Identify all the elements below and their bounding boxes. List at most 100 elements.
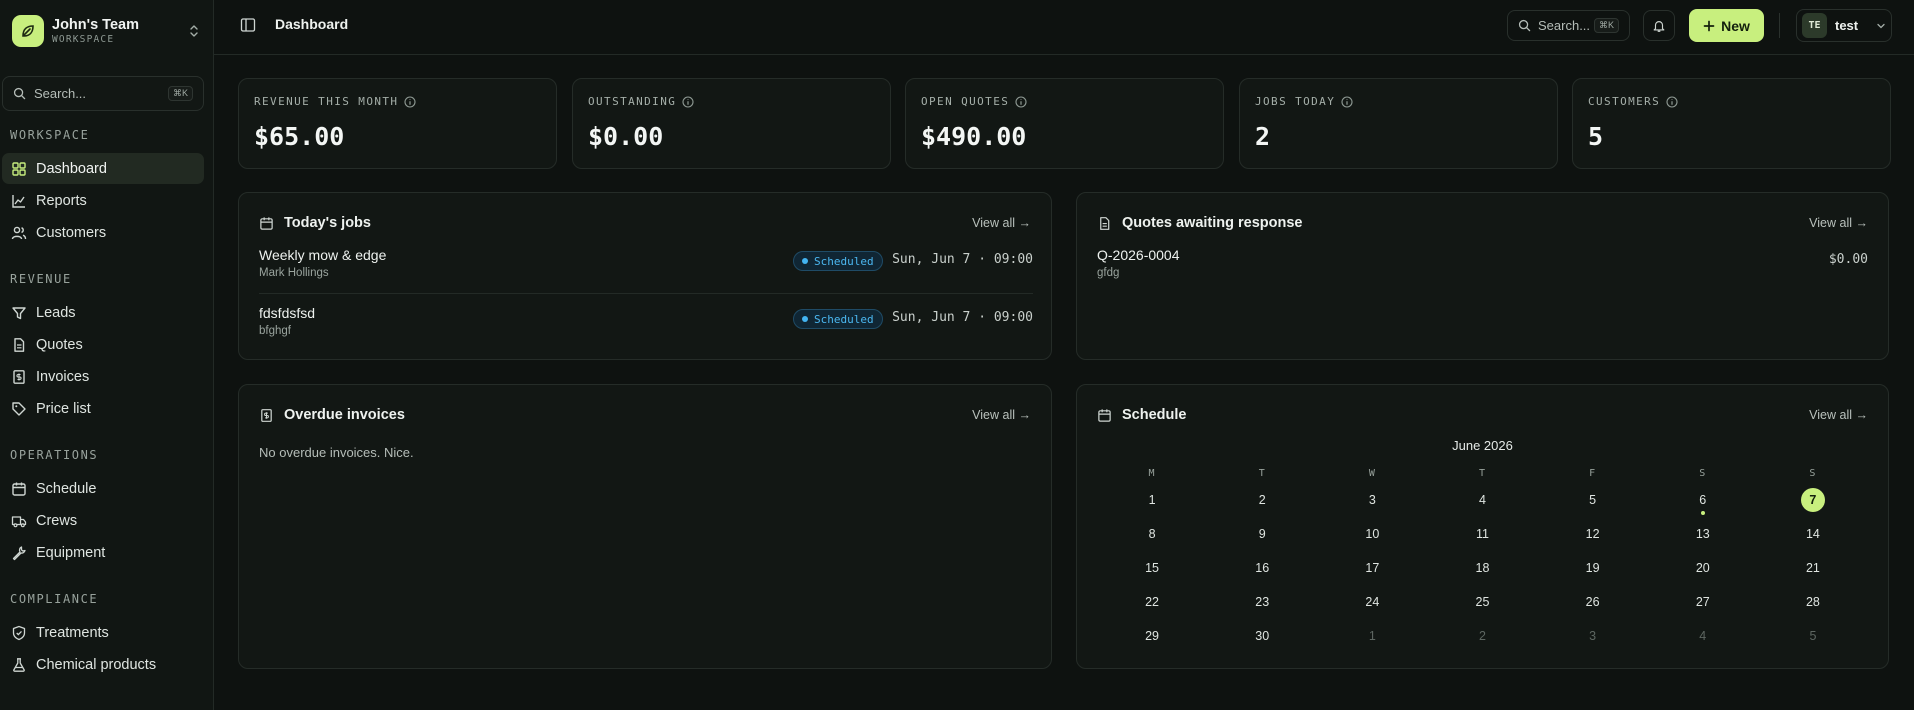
calendar-day[interactable]: 18: [1427, 551, 1537, 585]
weekday-label: T: [1478, 467, 1486, 479]
sidebar-item-label: Reports: [36, 192, 87, 209]
info-icon[interactable]: [1666, 95, 1678, 108]
sidebar-item-dashboard[interactable]: Dashboard: [2, 153, 204, 184]
info-icon[interactable]: [1341, 95, 1353, 108]
sidebar-search[interactable]: Search... ⌘K: [2, 76, 204, 111]
section-label-compliance: COMPLIANCE: [10, 592, 99, 606]
calendar-day[interactable]: 12: [1538, 517, 1648, 551]
topbar: Dashboard Search... ⌘K New TE test: [214, 0, 1914, 55]
calendar-day[interactable]: 3: [1317, 483, 1427, 517]
invoice-icon: [261, 408, 272, 422]
calendar-day[interactable]: 15: [1097, 551, 1207, 585]
weekday-label: W: [1368, 467, 1376, 479]
header-divider: [1779, 13, 1780, 38]
info-icon[interactable]: [404, 95, 416, 108]
sidebar-toggle-icon[interactable]: [240, 17, 256, 36]
chevrons-up-down-icon[interactable]: [186, 23, 202, 39]
calendar-day[interactable]: 20: [1648, 551, 1758, 585]
job-row[interactable]: Weekly mow & edge Mark Hollings Schedule…: [259, 247, 1033, 305]
calendar-day[interactable]: 5: [1758, 619, 1868, 653]
view-all-jobs-link[interactable]: View all →: [972, 216, 1031, 230]
user-name: test: [1835, 18, 1859, 33]
schedule-panel: Schedule View all → June 2026 MTWTFSS123…: [1076, 384, 1889, 669]
info-icon[interactable]: [682, 95, 694, 108]
sidebar-item-price-list[interactable]: Price list: [2, 393, 204, 424]
panel-title: Today's jobs: [284, 215, 371, 231]
calendar-day[interactable]: 4: [1648, 619, 1758, 653]
section-label-operations: OPERATIONS: [10, 448, 99, 462]
calendar-day[interactable]: 8: [1097, 517, 1207, 551]
calendar-day[interactable]: 19: [1538, 551, 1648, 585]
notifications-button[interactable]: [1643, 10, 1675, 41]
search-shortcut: ⌘K: [1593, 18, 1619, 33]
calendar-day[interactable]: 25: [1427, 585, 1537, 619]
search-icon: [1518, 19, 1531, 32]
job-row[interactable]: fdsfdsfsd bfghgf Scheduled Sun, Jun 7 · …: [259, 305, 1033, 363]
calendar-day[interactable]: 22: [1097, 585, 1207, 619]
view-all-quotes-link[interactable]: View all →: [1809, 216, 1868, 230]
calendar-day[interactable]: 13: [1648, 517, 1758, 551]
calendar-day[interactable]: 1: [1097, 483, 1207, 517]
view-all-invoices-link[interactable]: View all →: [972, 408, 1031, 422]
info-icon[interactable]: [1015, 95, 1027, 108]
sidebar-item-crews[interactable]: Crews: [2, 505, 204, 536]
header-search[interactable]: Search... ⌘K: [1507, 10, 1630, 41]
calendar-icon: [11, 481, 27, 497]
sidebar-item-quotes[interactable]: Quotes: [2, 329, 204, 360]
calendar-icon: [1098, 408, 1111, 422]
calendar-day[interactable]: 1: [1317, 619, 1427, 653]
calendar-day[interactable]: 29: [1097, 619, 1207, 653]
calendar-day[interactable]: 14: [1758, 517, 1868, 551]
calendar-day[interactable]: 2: [1207, 483, 1317, 517]
calendar-day[interactable]: 24: [1317, 585, 1427, 619]
calendar-day[interactable]: 7: [1758, 483, 1868, 517]
view-all-schedule-link[interactable]: View all →: [1809, 408, 1868, 422]
chart-line-icon: [11, 193, 27, 209]
sidebar-item-leads[interactable]: Leads: [2, 297, 204, 328]
sidebar-item-reports[interactable]: Reports: [2, 185, 204, 216]
overdue-invoices-panel: Overdue invoices View all → No overdue i…: [238, 384, 1052, 669]
event-dot: [1700, 511, 1705, 515]
job-customer: Mark Hollings: [259, 267, 329, 279]
calendar-day[interactable]: 27: [1648, 585, 1758, 619]
sidebar-item-treatments[interactable]: Treatments: [2, 617, 204, 648]
weekday-label: M: [1148, 467, 1156, 479]
sidebar-item-equipment[interactable]: Equipment: [2, 537, 204, 568]
sidebar-item-invoices[interactable]: Invoices: [2, 361, 204, 392]
calendar-day[interactable]: 4: [1427, 483, 1537, 517]
calendar-day[interactable]: 2: [1427, 619, 1537, 653]
weekday-label: S: [1699, 467, 1707, 479]
calendar-day[interactable]: 10: [1317, 517, 1427, 551]
stat-card-outstanding: OUTSTANDING $0.00: [572, 78, 891, 169]
calendar-day[interactable]: 5: [1538, 483, 1648, 517]
calendar-day[interactable]: 26: [1538, 585, 1648, 619]
sidebar-item-label: Dashboard: [36, 160, 107, 177]
calendar-day[interactable]: 9: [1207, 517, 1317, 551]
calendar-day[interactable]: 6: [1648, 483, 1758, 517]
sidebar-item-chemical-products[interactable]: Chemical products: [2, 649, 204, 680]
calendar-day[interactable]: 3: [1538, 619, 1648, 653]
stat-value: $0.00: [588, 122, 664, 151]
user-menu[interactable]: TE test: [1796, 9, 1892, 42]
sidebar-item-label: Price list: [36, 400, 91, 417]
sidebar-item-customers[interactable]: Customers: [2, 217, 204, 248]
calendar-day[interactable]: 11: [1427, 517, 1537, 551]
calendar-day[interactable]: 28: [1758, 585, 1868, 619]
calendar-day[interactable]: 23: [1207, 585, 1317, 619]
stat-card-open-quotes: OPEN QUOTES $490.00: [905, 78, 1224, 169]
quote-customer: gfdg: [1097, 267, 1120, 279]
sidebar-item-label: Invoices: [36, 368, 90, 385]
calendar-day[interactable]: 30: [1207, 619, 1317, 653]
sidebar-item-label: Schedule: [36, 480, 97, 497]
new-button[interactable]: New: [1689, 9, 1764, 42]
calendar-day[interactable]: 21: [1758, 551, 1868, 585]
calendar-week: 29 30 1 2 3 4 5: [1097, 619, 1868, 653]
calendar-day[interactable]: 16: [1207, 551, 1317, 585]
calendar-week: 15 16 17 18 19 20 21: [1097, 551, 1868, 585]
team-name: John's Team: [52, 16, 139, 33]
team-switcher[interactable]: John's Team WORKSPACE: [12, 14, 202, 48]
calendar-grid: M T W T F S S 1 2 3 4 5 6 7 8 9 10 11 12 13 14 15 16 17 18 19 20 21…: [1097, 463, 1868, 653]
calendar-day[interactable]: 17: [1317, 551, 1427, 585]
sidebar-item-schedule[interactable]: Schedule: [2, 473, 204, 504]
job-time: Sun, Jun 7 · 09:00: [892, 252, 1033, 267]
